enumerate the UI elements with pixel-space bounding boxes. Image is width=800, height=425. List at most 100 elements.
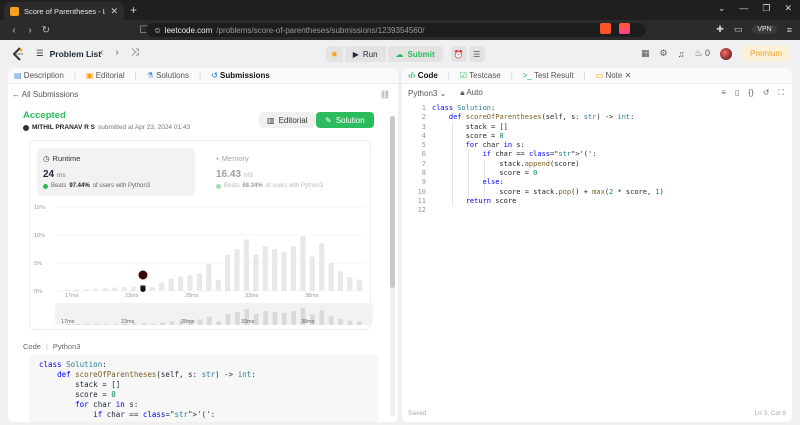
runtime-bar[interactable] <box>93 288 99 291</box>
runtime-bar[interactable] <box>290 246 297 291</box>
editor-line[interactable]: else: <box>432 178 664 187</box>
runtime-bar[interactable] <box>281 251 287 291</box>
editor-line[interactable]: score = stack.pop() + max(2 * score, 1) <box>432 188 663 197</box>
wallet-icon[interactable]: ▭ <box>734 24 743 35</box>
runtime-bar[interactable] <box>74 289 80 291</box>
editor-line[interactable]: class Solution: <box>432 104 664 113</box>
tab-code[interactable]: ‹/› Code <box>408 71 438 80</box>
new-tab-icon[interactable]: + <box>130 3 137 17</box>
runtime-bar[interactable] <box>225 254 231 291</box>
runtime-bar[interactable] <box>262 246 268 291</box>
runtime-bar[interactable] <box>112 287 118 291</box>
submit-button[interactable]: ☁ Submit <box>387 46 443 62</box>
runtime-card[interactable]: ◷ Runtime 24 ms Beats 97.44% of users wi… <box>37 148 195 196</box>
minimize-icon[interactable]: — <box>739 3 748 14</box>
runtime-distribution-chart[interactable]: 15% 10% 5% 0% 17ms 23ms 28ms 33ms 38ms <box>32 203 370 298</box>
runtime-bar[interactable] <box>83 289 90 291</box>
runtime-bar[interactable] <box>149 287 155 291</box>
runtime-bar[interactable] <box>272 249 278 291</box>
fullscreen-icon[interactable]: ⛶ <box>778 88 784 98</box>
bookmark-icon[interactable]: ▯ <box>735 88 739 98</box>
tab-description[interactable]: ▤ Description <box>14 71 64 80</box>
brave-shield-icon[interactable] <box>600 23 611 34</box>
settings-icon[interactable]: ⚙ <box>660 48 668 59</box>
layout-icon[interactable]: ▦ <box>641 48 650 59</box>
all-submissions-link[interactable]: ← All Submissions <box>12 90 78 99</box>
tab-note[interactable]: ▭ Note ✕ <box>596 71 632 80</box>
runtime-bar[interactable] <box>253 254 259 291</box>
editor-line[interactable] <box>432 206 664 215</box>
runtime-bar[interactable] <box>319 243 325 291</box>
close-tab-icon[interactable]: ✕ <box>110 6 118 17</box>
runtime-bar[interactable] <box>177 276 184 291</box>
run-button[interactable]: ▶ Run <box>344 46 386 62</box>
brave-rewards-icon[interactable] <box>619 23 630 34</box>
timer-button[interactable]: ⏰ <box>450 46 467 62</box>
user-avatar[interactable] <box>719 47 732 60</box>
runtime-bar[interactable] <box>234 249 240 291</box>
code-editor[interactable]: 1 2 3 4 5 6 7 8 9 10 11 12 class Solution: def scor… <box>402 104 792 404</box>
auto-mode[interactable]: 🔒︎ Auto <box>460 88 483 98</box>
close-note-icon[interactable]: ✕ <box>625 71 632 80</box>
premium-button[interactable]: Premium <box>741 46 790 61</box>
notifications-icon[interactable]: ♫ <box>678 49 685 59</box>
notes-button[interactable]: ☰ <box>468 46 485 62</box>
scrollbar-thumb[interactable] <box>390 116 395 288</box>
runtime-bar[interactable] <box>328 263 334 291</box>
shuffle-icon[interactable]: ⤨ <box>131 47 139 58</box>
runtime-bar[interactable] <box>356 279 362 291</box>
runtime-bar[interactable] <box>337 271 344 291</box>
browser-tab[interactable]: Score of Parentheses - LeetCode ✕ <box>4 2 124 20</box>
next-problem-icon[interactable]: › <box>115 47 118 58</box>
runtime-bar[interactable] <box>243 239 250 291</box>
editor-line[interactable]: return score <box>432 197 664 206</box>
runtime-bar[interactable] <box>309 256 315 291</box>
leetcode-logo-icon[interactable] <box>11 47 25 61</box>
editorial-button[interactable]: ▥ Editorial <box>259 112 316 128</box>
editor-line[interactable]: for char in s: <box>432 141 664 150</box>
runtime-bar[interactable] <box>159 282 165 291</box>
runtime-bar[interactable] <box>130 286 137 291</box>
tab-search-icon[interactable]: ⌄ <box>718 3 726 14</box>
minimap-chart[interactable]: 17ms 23ms 28ms 33ms 38ms <box>55 303 373 325</box>
your-submission-marker[interactable] <box>137 269 149 281</box>
prev-problem-icon[interactable]: ‹ <box>100 47 103 58</box>
runtime-bar[interactable] <box>206 264 212 291</box>
runtime-bar[interactable] <box>196 273 202 291</box>
maximize-icon[interactable]: ❐ <box>762 3 770 14</box>
share-link-icon[interactable]: ⛓ <box>380 90 390 99</box>
site-info-icon[interactable]: ⊜ <box>154 26 161 35</box>
format-icon[interactable]: ≡ <box>721 88 726 98</box>
editor-line[interactable]: score = 0 <box>432 132 664 141</box>
runtime-bar[interactable] <box>65 289 71 292</box>
tab-testcase[interactable]: ☑ Testcase <box>460 71 501 80</box>
tab-editorial[interactable]: ▣ Editorial <box>86 71 125 80</box>
braces-icon[interactable]: {} <box>748 88 753 98</box>
close-window-icon[interactable]: ✕ <box>784 3 792 14</box>
tab-solutions[interactable]: ⚗ Solutions <box>147 71 189 80</box>
language-select[interactable]: Python3 ⌄ <box>408 89 446 98</box>
extension-puzzle-icon[interactable]: ✚ <box>716 24 724 35</box>
forward-icon[interactable]: › <box>22 25 38 36</box>
back-icon[interactable]: ‹ <box>6 25 22 36</box>
reset-icon[interactable]: ↺ <box>763 88 770 98</box>
tab-test-result[interactable]: >_ Test Result <box>523 71 574 80</box>
menu-icon[interactable]: ≡ <box>787 25 792 35</box>
author-name[interactable]: MITHIL PRANAV R S <box>32 124 95 131</box>
left-scrollbar[interactable] <box>390 116 395 416</box>
runtime-bar[interactable] <box>187 275 193 291</box>
runtime-bar[interactable] <box>102 288 108 291</box>
runtime-bar[interactable] <box>121 287 127 291</box>
url-field[interactable]: ⊜ leetcode.com/problems/score-of-parenth… <box>146 23 646 37</box>
editor-line[interactable]: def scoreOfParentheses(self, s: str) -> … <box>432 113 664 122</box>
tab-submissions[interactable]: ↺ Submissions <box>211 71 270 80</box>
runtime-bar[interactable] <box>347 277 353 291</box>
editor-line[interactable]: stack = [] <box>432 123 664 132</box>
runtime-bar[interactable] <box>168 278 174 291</box>
vpn-button[interactable]: VPN <box>752 25 777 34</box>
code-lines[interactable]: class Solution: def scoreOfParentheses(s… <box>432 104 664 216</box>
streak-counter[interactable]: ♨ 0 <box>694 48 710 59</box>
debug-button[interactable]: ✸ <box>326 46 343 62</box>
problem-list-button[interactable]: ☰ Problem List <box>36 48 101 59</box>
runtime-bar[interactable] <box>300 236 306 291</box>
